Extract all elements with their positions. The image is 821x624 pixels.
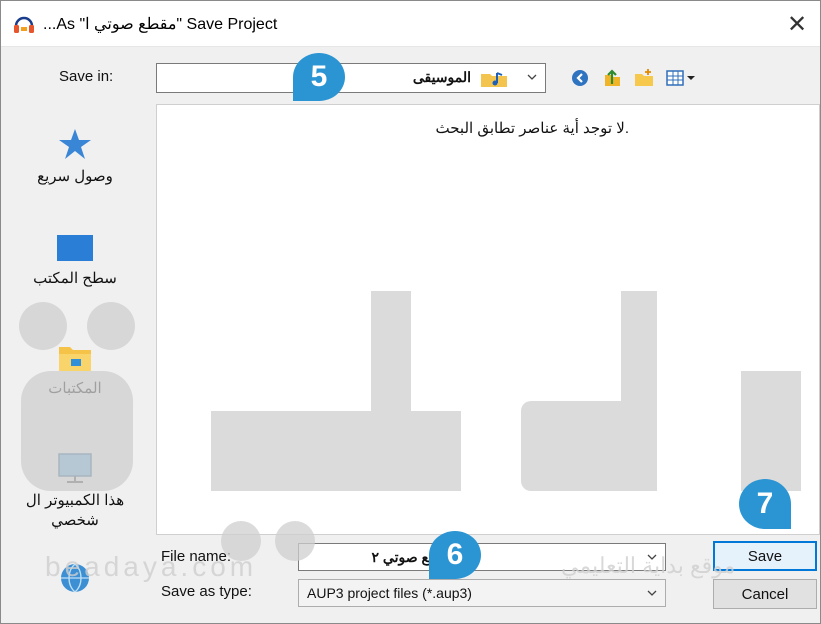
chevron-down-icon[interactable] xyxy=(645,550,659,564)
sidebar-item-label: سطح المكتب xyxy=(33,270,117,287)
network-icon xyxy=(61,563,89,593)
chevron-down-icon xyxy=(647,590,657,596)
step-5-callout: 5 xyxy=(293,53,345,101)
file-name-label: File name: xyxy=(161,548,232,565)
back-icon[interactable] xyxy=(569,67,591,89)
step-6-callout: 6 xyxy=(429,531,481,579)
cancel-button[interactable]: Cancel xyxy=(713,579,817,609)
sidebar-item-label: وصول سريع xyxy=(37,168,113,185)
close-button[interactable]: ✕ xyxy=(774,1,820,47)
sidebar-item-desktop[interactable]: سطح المكتب xyxy=(1,233,149,289)
quick-access-star-icon xyxy=(59,129,91,159)
sidebar-item-quick-access[interactable]: وصول سريع xyxy=(1,127,149,187)
places-sidebar: وصول سريع سطح المكتب المكتبات هذا الكمبي… xyxy=(1,105,149,623)
current-folder-name: الموسيقى xyxy=(412,69,471,85)
save-project-dialog: ...As "مقطع صوتي ا" Save Project ✕ Save … xyxy=(0,0,821,624)
desktop-icon xyxy=(57,235,93,261)
save-as-type-value: AUP3 project files (*.aup3) xyxy=(307,585,472,601)
music-folder-icon xyxy=(481,72,507,87)
window-title: ...As "مقطع صوتي ا" Save Project xyxy=(43,16,278,33)
sidebar-item-label: المكتبات xyxy=(48,380,102,397)
up-folder-icon[interactable] xyxy=(601,67,623,89)
file-name-input[interactable]: مقطع صوتي ٢ xyxy=(298,543,666,571)
sidebar-item-libraries[interactable]: المكتبات xyxy=(1,341,149,399)
close-icon: ✕ xyxy=(786,10,808,38)
new-folder-icon[interactable] xyxy=(633,67,655,89)
save-as-type-label: Save as type: xyxy=(161,583,252,600)
sidebar-item-network[interactable] xyxy=(1,561,149,595)
step-7-callout: 7 xyxy=(739,479,791,529)
save-in-label: Save in: xyxy=(59,68,114,85)
file-list-pane[interactable]: .لا توجد أية عناصر تطابق البحث xyxy=(156,104,820,535)
save-button[interactable]: Save xyxy=(713,541,817,571)
sidebar-item-label: هذا الكمبيوتر ال شخصي xyxy=(25,492,125,529)
save-as-type-dropdown[interactable]: AUP3 project files (*.aup3) xyxy=(298,579,666,607)
audacity-headphones-icon xyxy=(14,16,34,33)
title-bar: ...As "مقطع صوتي ا" Save Project ✕ xyxy=(1,1,820,47)
chevron-down-icon xyxy=(527,74,537,80)
empty-results-message: .لا توجد أية عناصر تطابق البحث xyxy=(435,120,629,137)
this-pc-icon xyxy=(58,453,92,483)
save-in-dropdown[interactable]: الموسيقى xyxy=(156,63,546,93)
libraries-folder-icon xyxy=(59,347,91,371)
sidebar-item-this-pc[interactable]: هذا الكمبيوتر ال شخصي xyxy=(1,451,149,531)
view-menu-icon[interactable] xyxy=(665,67,699,89)
